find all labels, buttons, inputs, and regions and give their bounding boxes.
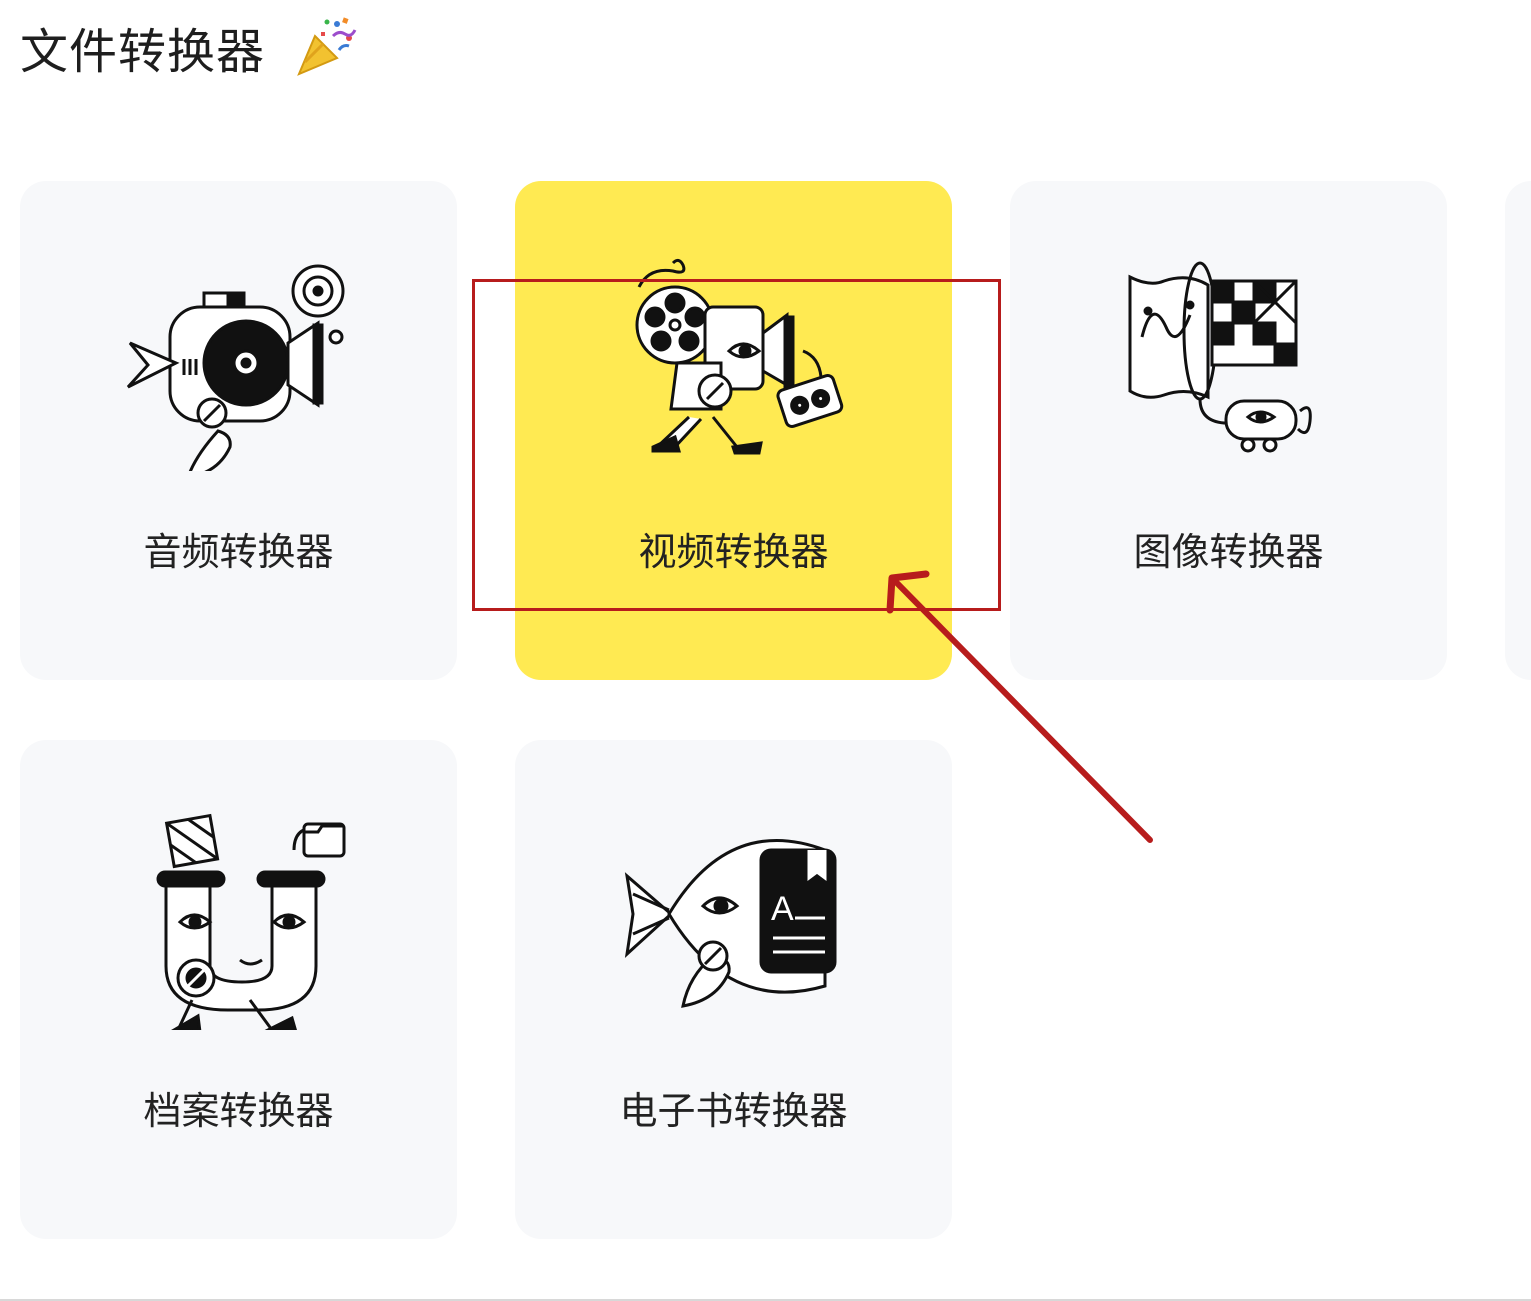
image-converter-card[interactable]: 图像转换器 (1010, 181, 1447, 680)
page-title: 文件转换器 (20, 24, 266, 80)
archive-converter-label: 档案转换器 (143, 1089, 334, 1133)
image-converter-label: 图像转换器 (1133, 530, 1324, 574)
converter-card-partial[interactable] (1505, 181, 1531, 680)
video-converter-icon (635, 258, 844, 455)
svg-text:A: A (771, 890, 794, 928)
audio-converter-icon (126, 264, 345, 471)
audio-converter-card[interactable]: 音频转换器 (20, 181, 457, 680)
image-converter-icon (1128, 261, 1312, 453)
page-header: 文件转换器 (20, 14, 359, 80)
video-converter-label: 视频转换器 (638, 530, 829, 574)
party-popper-icon (297, 17, 357, 76)
ebook-converter-label: 电子书转换器 (619, 1089, 848, 1133)
ebook-converter-card[interactable]: A 电子书转换器 (515, 740, 952, 1239)
ebook-converter-icon: A (624, 838, 837, 1008)
video-converter-card[interactable]: 视频转换器 (515, 181, 952, 680)
archive-converter-icon (156, 813, 346, 1030)
archive-converter-card[interactable]: 档案转换器 (20, 740, 457, 1239)
audio-converter-label: 音频转换器 (143, 530, 334, 574)
